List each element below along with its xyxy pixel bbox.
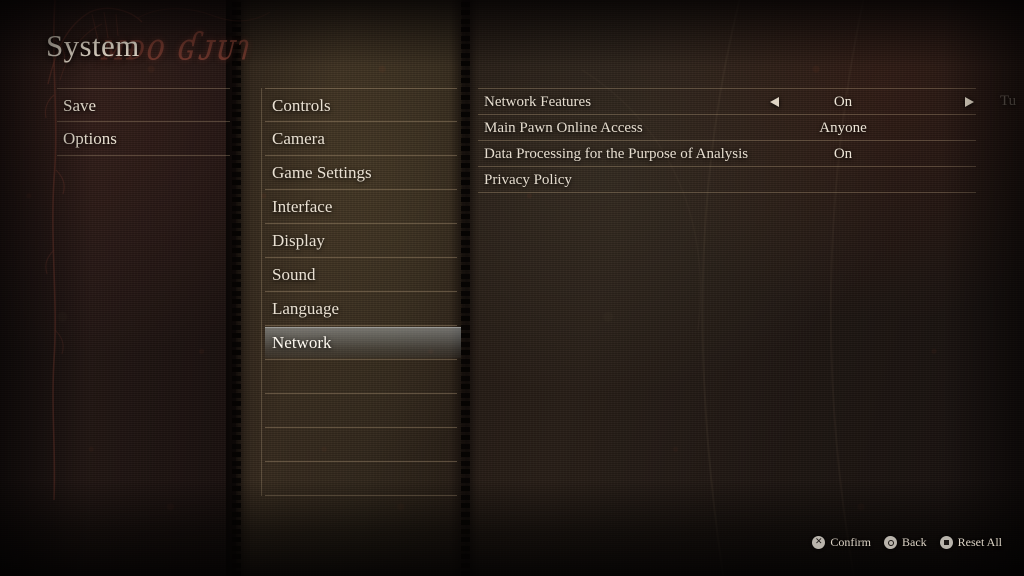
increment-arrow-icon[interactable] bbox=[965, 96, 974, 107]
setting-label: Data Processing for the Purpose of Analy… bbox=[484, 145, 749, 162]
settings-list: Network Features On Main Pawn Online Acc… bbox=[478, 89, 976, 193]
right-panel-background bbox=[462, 0, 1024, 576]
category-item-label bbox=[265, 401, 272, 420]
system-menu-list: Save Options bbox=[57, 88, 230, 156]
hint-label: Back bbox=[902, 535, 927, 549]
category-item-label: Interface bbox=[272, 197, 333, 216]
circle-button-icon bbox=[884, 536, 897, 549]
category-item-label bbox=[265, 469, 272, 488]
hint-back[interactable]: Back bbox=[884, 535, 927, 550]
category-item-label: Network bbox=[272, 333, 332, 352]
setting-row-network-features[interactable]: Network Features On bbox=[478, 89, 976, 115]
page-title-area: ᴍᴆᴏ ʛᴊᴜɿ System bbox=[46, 7, 306, 85]
category-item-empty bbox=[265, 462, 457, 496]
texture-overlay bbox=[462, 0, 1024, 576]
setting-label: Main Pawn Online Access bbox=[484, 119, 643, 136]
setting-label: Privacy Policy bbox=[484, 171, 572, 188]
hint-label: Confirm bbox=[830, 535, 871, 549]
category-item-label: Controls bbox=[272, 96, 331, 115]
decrement-arrow-icon[interactable] bbox=[770, 96, 779, 107]
category-item-label: Sound bbox=[272, 265, 316, 284]
category-item-empty bbox=[265, 394, 457, 428]
category-item-display[interactable]: Display bbox=[265, 224, 457, 258]
hint-confirm[interactable]: ✕ Confirm bbox=[812, 535, 871, 550]
decorative-arcs bbox=[581, 0, 865, 576]
game-settings-screen: ᴍᴆᴏ ʛᴊᴜɿ System Save Options Controls Ca… bbox=[0, 0, 1024, 576]
button-hint-bar: ✕ Confirm Back Reset All bbox=[812, 535, 1002, 550]
hint-reset-all[interactable]: Reset All bbox=[939, 535, 1002, 550]
category-item-label: Camera bbox=[272, 129, 325, 148]
sidebar-item-label: Save bbox=[63, 96, 97, 115]
sidebar-item-options[interactable]: Options bbox=[57, 122, 230, 156]
category-item-label bbox=[265, 367, 272, 386]
clipped-offscreen-text: Tu bbox=[1000, 93, 1017, 109]
setting-row-main-pawn-online-access[interactable]: Main Pawn Online Access Anyone bbox=[478, 115, 976, 141]
category-item-label bbox=[265, 435, 272, 454]
setting-row-data-processing[interactable]: Data Processing for the Purpose of Analy… bbox=[478, 141, 976, 167]
page-title: System bbox=[46, 28, 140, 63]
category-item-controls[interactable]: Controls bbox=[265, 88, 457, 122]
sidebar-item-label: Options bbox=[63, 129, 117, 148]
category-item-game-settings[interactable]: Game Settings bbox=[265, 156, 457, 190]
setting-value: On bbox=[833, 93, 853, 110]
category-item-network[interactable]: Network bbox=[265, 326, 461, 360]
category-item-language[interactable]: Language bbox=[265, 292, 457, 326]
category-item-label: Display bbox=[272, 231, 325, 250]
category-item-empty bbox=[265, 360, 457, 394]
category-item-label: Language bbox=[272, 299, 340, 318]
setting-value: Anyone bbox=[819, 119, 867, 136]
category-item-camera[interactable]: Camera bbox=[265, 122, 457, 156]
cross-button-icon: ✕ bbox=[812, 536, 826, 549]
setting-value: On bbox=[833, 145, 853, 162]
category-item-interface[interactable]: Interface bbox=[265, 190, 457, 224]
hint-label: Reset All bbox=[957, 535, 1002, 549]
touchpad-button-icon bbox=[939, 536, 953, 549]
setting-row-privacy-policy[interactable]: Privacy Policy bbox=[478, 167, 976, 193]
category-item-empty bbox=[265, 428, 457, 462]
sidebar-item-save[interactable]: Save bbox=[57, 88, 230, 122]
category-item-label: Game Settings bbox=[272, 163, 372, 182]
category-item-sound[interactable]: Sound bbox=[265, 258, 457, 292]
setting-label: Network Features bbox=[484, 93, 592, 110]
category-menu-list: Controls Camera Game Settings Interface … bbox=[265, 88, 461, 496]
speckle-overlay bbox=[462, 0, 1024, 576]
